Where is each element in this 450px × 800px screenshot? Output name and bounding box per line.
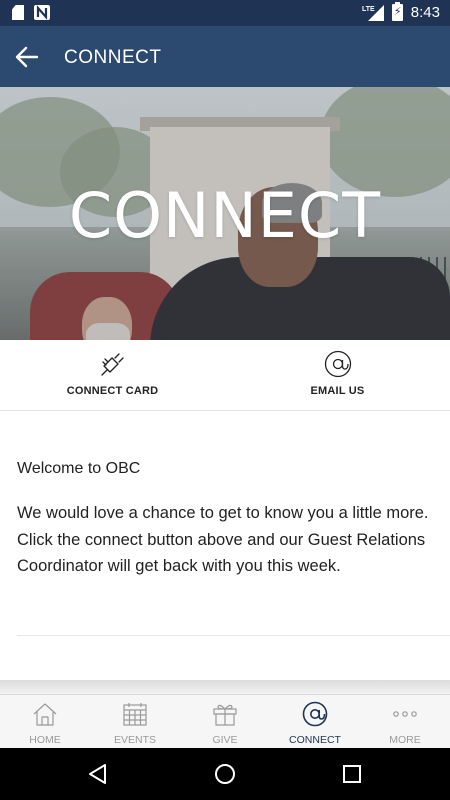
- status-system: LTE ⚡ 8:43: [362, 1, 440, 21]
- home-icon: [33, 703, 57, 726]
- plug-icon: [101, 353, 124, 376]
- tab-events-label: EVENTS: [113, 734, 156, 746]
- at-sign-icon: [302, 701, 328, 727]
- tab-events[interactable]: EVENTS: [90, 695, 180, 749]
- tab-more-label: MORE: [389, 734, 421, 746]
- app-bar: CONNECT: [0, 26, 450, 87]
- page-title: CONNECT: [64, 47, 162, 68]
- clock: 8:43: [410, 3, 440, 21]
- welcome-body: We would love a chance to get to know yo…: [17, 504, 429, 575]
- connect-card-button[interactable]: CONNECT CARD: [0, 340, 225, 410]
- back-triangle-icon[interactable]: [87, 763, 109, 785]
- lte-signal-icon: LTE: [362, 3, 384, 21]
- system-nav-bar: [0, 748, 450, 800]
- more-dots-icon: [393, 711, 417, 717]
- status-bar: LTE ⚡ 8:43: [0, 0, 450, 26]
- sd-card-icon: [12, 5, 24, 20]
- bottom-tab-bar: HOME EVENTS GIVE CONNECT MORE: [0, 694, 450, 748]
- recents-square-icon[interactable]: [341, 763, 363, 785]
- home-circle-icon[interactable]: [214, 763, 236, 785]
- tab-connect-label: CONNECT: [289, 734, 341, 746]
- tab-give-label: GIVE: [212, 734, 238, 746]
- at-sign-icon: [324, 350, 352, 378]
- notification-n-icon: [34, 5, 50, 20]
- tab-give[interactable]: GIVE: [180, 695, 270, 749]
- calendar-icon: [123, 703, 147, 726]
- hero-banner: CONNECT: [0, 87, 450, 340]
- hero-title: CONNECT: [68, 179, 382, 252]
- email-us-button[interactable]: EMAIL US: [225, 340, 450, 410]
- welcome-heading: Welcome to OBC: [17, 460, 141, 477]
- divider: [17, 635, 450, 636]
- status-notifications: [12, 5, 50, 20]
- tab-connect[interactable]: CONNECT: [270, 695, 360, 749]
- connect-card-label: CONNECT CARD: [66, 385, 159, 397]
- divider-shadow: [0, 680, 450, 694]
- tab-home[interactable]: HOME: [0, 695, 90, 749]
- arrow-left-icon: [15, 46, 39, 68]
- back-button[interactable]: [12, 42, 42, 72]
- email-us-label: EMAIL US: [310, 385, 365, 397]
- gift-icon: [213, 704, 237, 726]
- tab-more[interactable]: MORE: [360, 695, 450, 749]
- action-row: CONNECT CARD EMAIL US: [0, 340, 450, 411]
- lte-label: LTE: [362, 6, 375, 13]
- tab-home-label: HOME: [29, 734, 61, 746]
- welcome-section: Welcome to OBC We would love a chance to…: [17, 458, 432, 580]
- battery-charging-icon: ⚡: [391, 1, 403, 21]
